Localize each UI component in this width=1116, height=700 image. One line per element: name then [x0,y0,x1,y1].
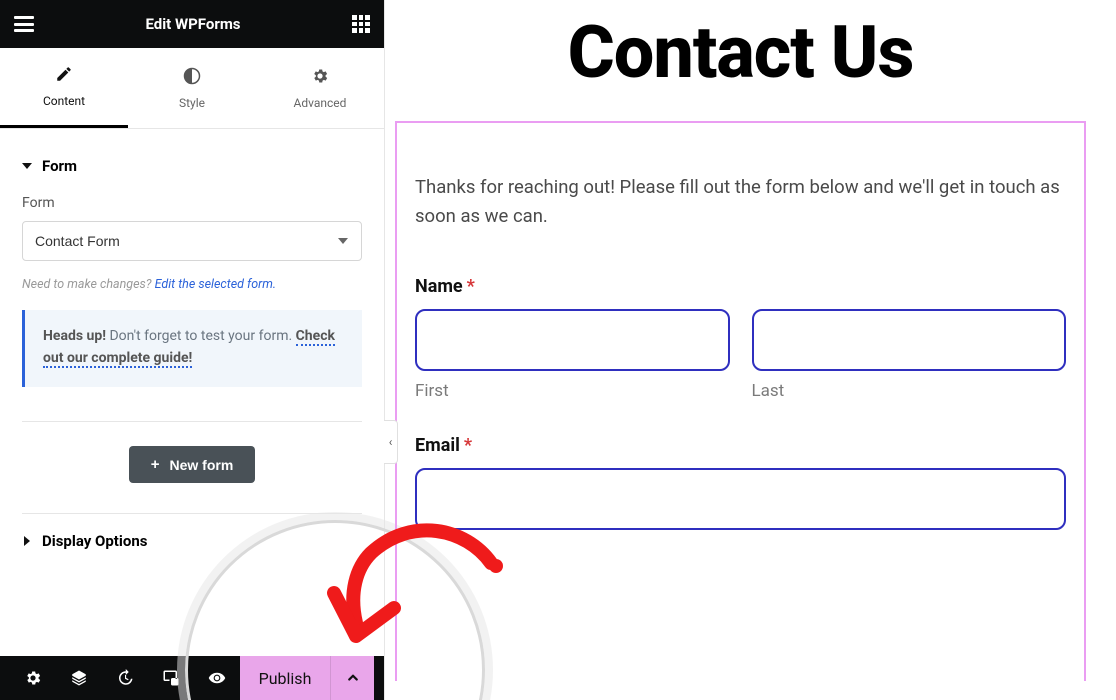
label-text: Email [415,435,460,456]
notice-strong: Heads up! [43,328,106,344]
tab-label: Style [179,96,205,110]
pencil-icon [55,65,73,86]
label-text: Name [415,276,463,297]
form-intro: Thanks for reaching out! Please fill out… [415,173,1066,230]
apps-grid-icon[interactable] [352,15,370,33]
hint-text: Need to make changes? [22,277,155,292]
preview-eye-icon[interactable] [194,656,240,700]
last-sublabel: Last [752,381,1067,401]
form-field-label: Form [22,195,362,211]
tab-advanced[interactable]: Advanced [256,48,384,128]
last-name-input[interactable] [752,309,1067,371]
contrast-icon [183,67,201,88]
history-icon[interactable] [102,656,148,700]
email-input[interactable] [415,468,1066,530]
edit-form-hint: Need to make changes? Edit the selected … [22,277,362,292]
tab-label: Advanced [294,96,347,110]
button-label: New form [169,457,233,473]
new-form-button[interactable]: + New form [129,446,256,483]
section-form[interactable]: Form [22,147,362,195]
panel-title: Edit WPForms [145,15,240,33]
section-label: Form [42,157,77,175]
tab-style[interactable]: Style [128,48,256,128]
form-select[interactable]: Contact Form [22,221,362,261]
required-mark: * [464,435,472,456]
tab-label: Content [43,94,85,108]
tab-content[interactable]: Content [0,48,128,128]
form-select-input[interactable]: Contact Form [22,221,362,261]
first-sublabel: First [415,381,730,401]
notice-text: Don't forget to test your form. [106,328,296,344]
panel-tabs: Content Style Advanced [0,48,384,129]
plus-icon: + [151,456,160,473]
publish-label: Publish [259,669,312,688]
edit-form-link[interactable]: Edit the selected form. [155,277,277,292]
editor-sidebar: Edit WPForms Content Style Advanced Form [0,0,385,700]
publish-button[interactable]: Publish [240,656,330,700]
hamburger-icon[interactable] [14,16,34,32]
settings-icon[interactable] [10,656,56,700]
field-email: Email* [415,435,1066,530]
navigator-icon[interactable] [56,656,102,700]
collapse-panel-button[interactable]: ‹ [384,420,398,464]
publish-options-button[interactable] [330,656,374,700]
caret-down-icon [22,163,32,169]
required-mark: * [467,276,475,297]
first-name-input[interactable] [415,309,730,371]
section-label: Display Options [42,532,147,550]
page-preview: Contact Us Thanks for reaching out! Plea… [385,0,1116,700]
section-display-options[interactable]: Display Options [22,513,362,568]
email-label: Email* [415,435,1066,456]
caret-right-icon [24,536,30,546]
gear-icon [311,67,329,88]
name-label: Name* [415,276,1066,297]
sidebar-footer: Publish [0,656,384,700]
page-title: Contact Us [395,0,1086,121]
field-name: Name* First Last [415,276,1066,401]
form-container-selected[interactable]: Thanks for reaching out! Please fill out… [395,121,1086,681]
sidebar-header: Edit WPForms [0,0,384,48]
responsive-icon[interactable] [148,656,194,700]
heads-up-notice: Heads up! Don't forget to test your form… [22,310,362,387]
panel-body: Form Form Contact Form Need to make chan… [0,129,384,656]
